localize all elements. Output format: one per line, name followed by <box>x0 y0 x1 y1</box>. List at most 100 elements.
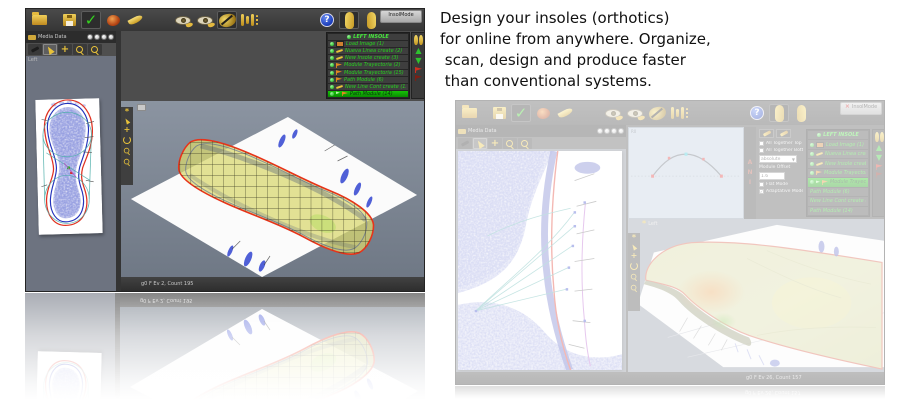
scan-panel[interactable]: Left <box>26 56 116 291</box>
light-tool[interactable]: * <box>632 235 636 241</box>
left-insole-toggle[interactable] <box>769 104 789 122</box>
zoom-in-tool[interactable] <box>124 148 130 154</box>
add-tool[interactable]: + <box>124 127 131 133</box>
zoom-tool[interactable] <box>73 44 87 55</box>
help-button[interactable]: ? <box>317 11 337 29</box>
insole-set-button[interactable] <box>239 11 259 29</box>
view-right-insole-button[interactable] <box>195 11 215 29</box>
insole-set-button[interactable] <box>669 104 689 122</box>
media-nav-button[interactable] <box>108 34 114 40</box>
cut-tool-button[interactable] <box>125 11 145 29</box>
insole-3d-viewport[interactable]: * Left * + <box>628 219 884 372</box>
all-together-bott-checkbox[interactable]: All Together Bott <box>759 148 803 153</box>
media-nav-button[interactable] <box>604 128 610 134</box>
cut-tool-button[interactable] <box>555 104 575 122</box>
layer-row[interactable]: New Insole create (3) <box>328 55 408 61</box>
insomode-button[interactable]: ×InsolMode <box>840 102 882 115</box>
confirm-button[interactable]: ✓ <box>511 104 531 122</box>
layer-row[interactable]: Path Module (6) <box>808 188 868 196</box>
rotate-tool[interactable] <box>630 262 638 270</box>
flag-dark-button[interactable] <box>876 172 883 178</box>
media-nav-button[interactable] <box>611 128 617 134</box>
profile-tool-button[interactable] <box>776 129 791 138</box>
insomode-button[interactable]: InsolMode <box>380 10 422 23</box>
flat-mode-checkbox[interactable]: Flat Mode <box>759 182 803 187</box>
layer-row-selected[interactable]: ►Path Module (14) <box>328 91 408 97</box>
light-tool[interactable]: * <box>642 221 646 227</box>
layer-row[interactable]: Nueva Linea create (2) <box>808 150 868 158</box>
profile-tool-button[interactable] <box>759 129 774 138</box>
add-point-tool[interactable]: + <box>488 138 502 149</box>
layer-list-header[interactable]: LEFT INSOLE <box>808 131 868 139</box>
flag-red-button[interactable] <box>415 67 422 73</box>
move-down-button[interactable]: ▼ <box>415 57 421 65</box>
tab-n[interactable]: N <box>747 170 752 176</box>
select-tool[interactable] <box>473 138 487 149</box>
save-button[interactable] <box>489 104 509 122</box>
zoom-edit-tool[interactable] <box>518 138 532 149</box>
view-right-insole-button[interactable] <box>625 104 645 122</box>
right-insole-toggle[interactable] <box>361 11 381 29</box>
insole-pair-button[interactable] <box>875 132 884 142</box>
zoom-out-tool[interactable] <box>124 159 130 165</box>
viewport-corner-widget[interactable] <box>137 104 146 111</box>
insole-pair-button[interactable] <box>414 35 423 45</box>
move-down-button[interactable]: ▼ <box>876 154 882 162</box>
zoom-tool[interactable] <box>503 138 517 149</box>
layer-list-header[interactable]: LEFT INSOLE <box>328 34 408 40</box>
scan-button[interactable] <box>103 11 123 29</box>
layer-row[interactable]: Path Module (6) <box>328 77 408 83</box>
open-file-button[interactable] <box>459 104 479 122</box>
layer-row[interactable]: Module Trayectoria (2) <box>808 169 868 177</box>
left-insole-toggle[interactable] <box>339 11 359 29</box>
flag-red-button[interactable] <box>876 164 883 170</box>
right-insole-toggle[interactable] <box>791 104 811 122</box>
zoom-out-tool[interactable] <box>631 285 637 291</box>
pen-tool[interactable] <box>28 44 42 55</box>
scan-panel[interactable] <box>456 149 626 372</box>
render-mode-button[interactable] <box>217 11 237 29</box>
layer-row[interactable]: New Line Cont create (13) <box>328 84 408 90</box>
select-tool[interactable] <box>124 117 131 124</box>
media-nav-button[interactable] <box>94 34 100 40</box>
confirm-button[interactable]: ✓ <box>81 11 101 29</box>
zoom-in-tool[interactable] <box>631 274 637 280</box>
layer-row[interactable]: Load Image (1) <box>328 41 408 47</box>
move-up-button[interactable]: ▲ <box>415 47 421 55</box>
layer-row[interactable]: Load Image (1) <box>808 140 868 148</box>
layer-row[interactable]: New Insole create (3) <box>808 159 868 167</box>
insole-3d-viewport[interactable]: * + <box>121 101 424 279</box>
layer-row[interactable]: Nueva Linea create (2) <box>328 48 408 54</box>
zoom-edit-tool[interactable] <box>88 44 102 55</box>
light-tool[interactable]: * <box>125 109 129 115</box>
scan-button[interactable] <box>533 104 553 122</box>
view-left-insole-button[interactable] <box>603 104 623 122</box>
layer-row[interactable]: Path Module (14) <box>808 207 868 215</box>
layer-row[interactable]: New Line Cont create (13) <box>808 197 868 205</box>
view-left-insole-button[interactable] <box>173 11 193 29</box>
open-file-button[interactable] <box>29 11 49 29</box>
save-button[interactable] <box>59 11 79 29</box>
add-point-tool[interactable]: + <box>58 44 72 55</box>
all-together-top-checkbox[interactable]: All Together Top <box>759 141 803 146</box>
flag-dark-button[interactable] <box>415 75 422 81</box>
tab-a[interactable]: A <box>748 160 753 166</box>
layer-row-selected[interactable]: ►Module Trayectoria (15) <box>808 178 868 186</box>
media-nav-button[interactable] <box>87 34 93 40</box>
adaptative-mode-checkbox[interactable]: ✓Adaptative Mode <box>759 189 803 194</box>
layer-row[interactable]: Module Trayectoria (15) <box>328 70 408 76</box>
rotate-tool[interactable] <box>123 136 131 144</box>
layer-row[interactable]: Module Trayectoria (2) <box>328 62 408 68</box>
move-up-button[interactable]: ▲ <box>876 144 882 152</box>
tab-i[interactable]: I <box>749 180 751 186</box>
module-offset-input[interactable] <box>759 172 785 180</box>
pen-tool[interactable] <box>458 138 472 149</box>
render-mode-button[interactable] <box>647 104 667 122</box>
add-tool[interactable]: + <box>631 253 638 259</box>
media-nav-button[interactable] <box>618 128 624 134</box>
select-tool[interactable] <box>631 243 638 250</box>
mode-dropdown[interactable]: absolute▼ <box>759 155 797 163</box>
arch-profile-canvas[interactable]: R0 <box>628 127 744 219</box>
select-tool[interactable] <box>43 44 57 55</box>
help-button[interactable]: ? <box>747 104 767 122</box>
